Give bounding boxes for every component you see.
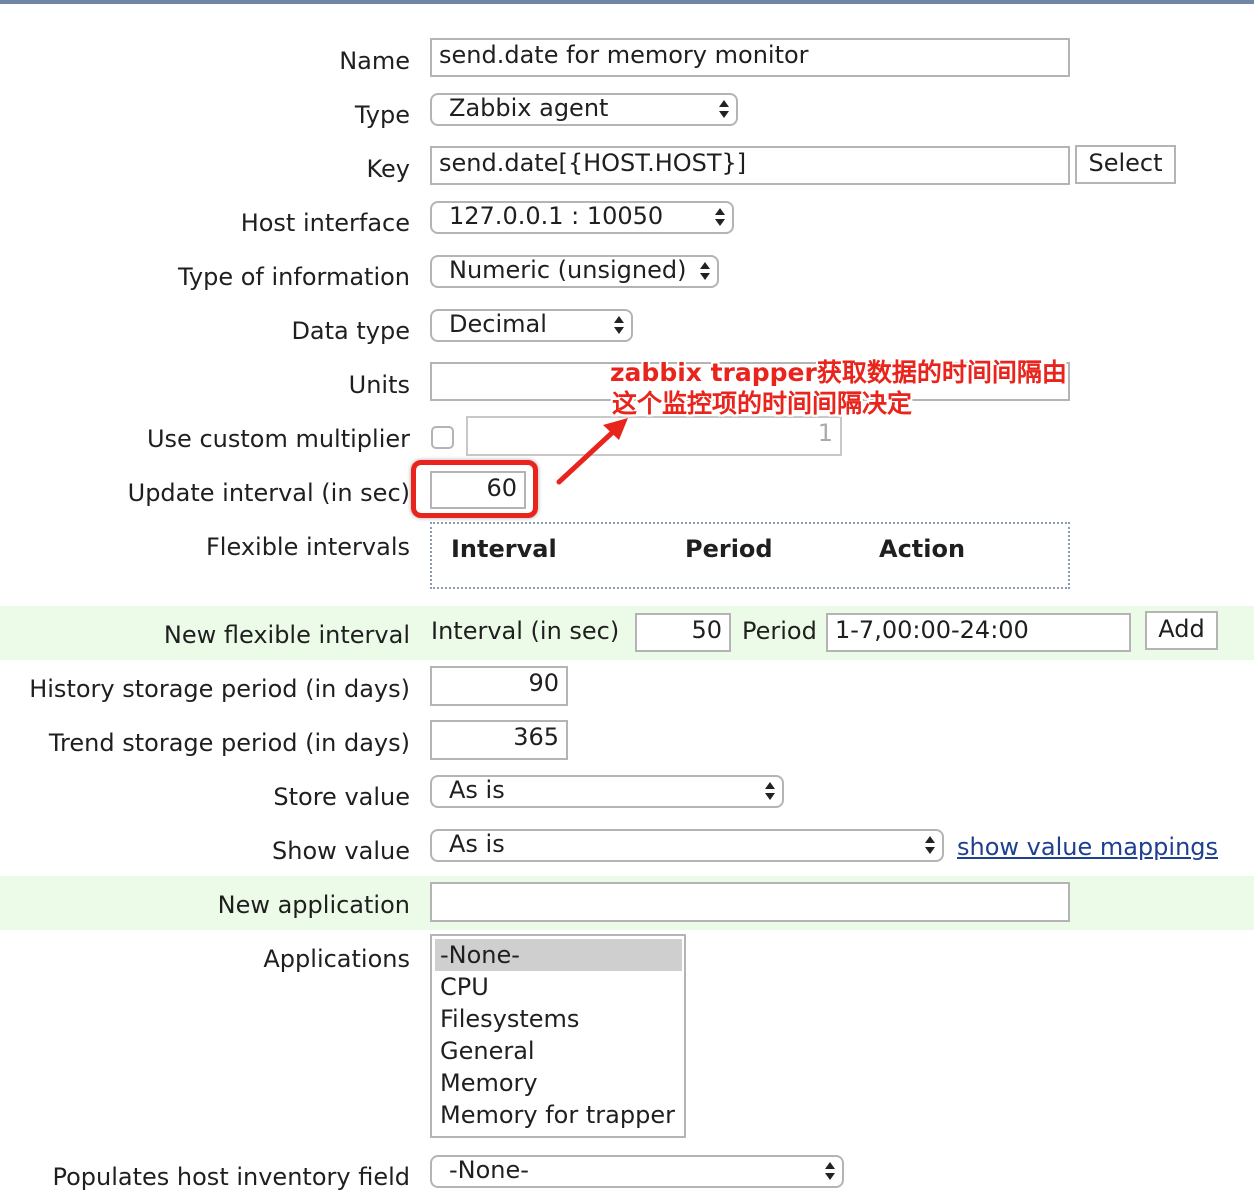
annotation-arrow-icon — [556, 418, 628, 485]
